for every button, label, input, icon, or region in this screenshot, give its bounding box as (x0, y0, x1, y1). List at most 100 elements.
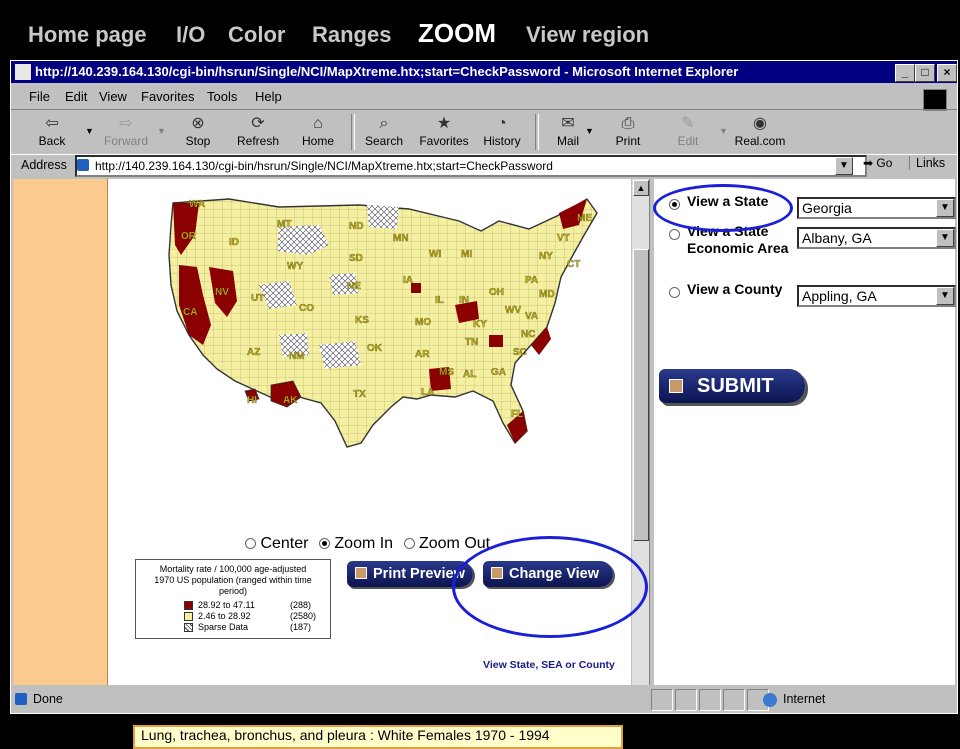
state-label-mt: MT (277, 219, 291, 230)
nav-view-region[interactable]: View region (526, 22, 649, 48)
state-label-vt: VT (557, 233, 570, 244)
favorites-icon: ★ (436, 115, 452, 132)
nav-home-page[interactable]: Home page (28, 22, 147, 48)
forward-dropdown-icon[interactable]: ▼ (157, 126, 166, 136)
back-button[interactable]: ⇦ Back (21, 112, 83, 152)
maximize-button[interactable]: □ (915, 64, 935, 82)
favorites-button[interactable]: ★ Favorites (413, 112, 475, 152)
realcom-button[interactable]: ◉ Real.com (729, 112, 791, 152)
state-label-ak: AK (283, 395, 298, 406)
print-preview-button[interactable]: Print Preview (347, 561, 473, 587)
legend-swatch (184, 601, 193, 610)
slide-nav: Home page I/O Color Ranges ZOOM View reg… (0, 0, 960, 58)
title-bar[interactable]: http://140.239.164.130/cgi-bin/hsrun/Sin… (11, 61, 957, 83)
state-label-ca: CA (183, 307, 197, 318)
address-bar: Address http://140.239.164.130/cgi-bin/h… (11, 153, 957, 177)
history-button[interactable]: ◔ History (471, 112, 533, 152)
state-label-ok: OK (367, 343, 383, 354)
legend-row: 28.92 to 47.11 (288) (184, 600, 324, 611)
window-title: http://140.239.164.130/cgi-bin/hsrun/Sin… (35, 64, 739, 79)
sea-select[interactable]: Albany, GA ▼ (797, 227, 956, 249)
search-icon: ⌕ (379, 115, 389, 132)
frame-divider[interactable] (649, 179, 654, 685)
links-button[interactable]: Links (909, 156, 945, 170)
refresh-button[interactable]: ⟳ Refresh (227, 112, 289, 152)
view-county-label[interactable]: View a County (687, 281, 782, 298)
scroll-up-icon[interactable]: ▲ (633, 180, 649, 196)
content-scrollbar[interactable]: ▲ (631, 179, 650, 685)
state-label-me: ME (577, 213, 592, 224)
radio-icon (403, 538, 415, 550)
print-button[interactable]: ⎙ Print (597, 112, 659, 152)
state-label-mn: MN (393, 233, 409, 244)
minimize-button[interactable]: _ (895, 64, 915, 82)
page-done-icon (15, 693, 27, 705)
state-label-in: IN (459, 295, 469, 306)
address-dropdown-icon[interactable]: ▼ (835, 157, 853, 175)
home-button[interactable]: ⌂ Home (287, 112, 349, 152)
status-pane (699, 689, 721, 711)
search-button[interactable]: ⌕ Search (353, 112, 415, 152)
submit-button[interactable]: SUBMIT (659, 369, 805, 403)
state-label-ct: CT (567, 259, 580, 270)
menu-file[interactable]: File (29, 89, 50, 104)
menu-tools[interactable]: Tools (207, 89, 237, 104)
radio-selected-icon (318, 538, 330, 550)
nav-color[interactable]: Color (228, 22, 285, 48)
scroll-thumb[interactable] (633, 249, 649, 541)
menu-favorites[interactable]: Favorites (141, 89, 194, 104)
view-state-radio[interactable] (669, 195, 680, 211)
view-state-label[interactable]: View a State (687, 193, 768, 210)
menu-view[interactable]: View (99, 89, 127, 104)
state-label-az: AZ (247, 347, 260, 358)
mail-dropdown-icon[interactable]: ▼ (585, 126, 594, 136)
select-dropdown-icon[interactable]: ▼ (936, 287, 954, 305)
zoom-in-option[interactable]: Zoom In (318, 535, 393, 552)
stop-button[interactable]: ⊗ Stop (167, 112, 229, 152)
go-button[interactable]: ➡ Go (863, 156, 892, 170)
legend-row: 2.46 to 28.92 (2580) (184, 611, 324, 622)
select-dropdown-icon[interactable]: ▼ (936, 199, 954, 217)
state-label-wy: WY (287, 261, 303, 272)
map-legend: Mortality rate / 100,000 age-adjusted 19… (135, 559, 331, 639)
nav-ranges[interactable]: Ranges (312, 22, 391, 48)
sparse-region (319, 341, 361, 369)
address-input[interactable]: http://140.239.164.130/cgi-bin/hsrun/Sin… (75, 155, 867, 177)
zoom-center-option[interactable]: Center (245, 535, 308, 552)
view-county-radio[interactable] (669, 283, 680, 299)
state-label-nd: ND (349, 221, 363, 232)
edit-dropdown-icon[interactable]: ▼ (719, 126, 728, 136)
zoom-out-option[interactable]: Zoom Out (403, 535, 490, 552)
state-label-tx: TX (353, 389, 366, 400)
status-bar: Done Internet (11, 687, 957, 713)
state-label-tn: TN (465, 337, 478, 348)
back-dropdown-icon[interactable]: ▼ (85, 126, 94, 136)
change-view-button[interactable]: Change View (483, 561, 613, 587)
toolbar: ⇦ Back ▼ ⇨ Forward ▼ ⊗ Stop ⟳ Refresh ⌂ Home … (11, 109, 957, 155)
go-arrow-icon: ➡ (863, 156, 874, 170)
state-label-ar: AR (415, 349, 430, 360)
nav-zoom[interactable]: ZOOM (418, 18, 496, 49)
us-mortality-map[interactable]: WA OR CA NV ID MT WY UT AZ CO NM ND SD NE KS OK TX MN IA MO… (159, 185, 603, 525)
view-sea-label[interactable]: View a State Economic Area (687, 223, 791, 257)
state-label-la: LA (421, 387, 434, 398)
county-select[interactable]: Appling, GA ▼ (797, 285, 956, 307)
menu-help[interactable]: Help (255, 89, 282, 104)
close-button[interactable]: × (937, 64, 957, 82)
select-dropdown-icon[interactable]: ▼ (936, 229, 954, 247)
state-label-ga: GA (491, 367, 506, 378)
edit-button[interactable]: ✎ Edit (657, 112, 719, 152)
button-bullet-icon (491, 567, 503, 579)
forward-button[interactable]: ⇨ Forward (95, 112, 157, 152)
page-icon (77, 159, 89, 171)
zoom-controls: Center Zoom In Zoom Out (245, 535, 496, 553)
menu-edit[interactable]: Edit (65, 89, 87, 104)
zone-text: Internet (783, 692, 826, 706)
state-select[interactable]: Georgia ▼ (797, 197, 956, 219)
legend-subtitle: 1970 US population (ranged within time p… (154, 575, 312, 596)
sparse-region (367, 205, 399, 229)
nav-io[interactable]: I/O (176, 22, 205, 48)
print-icon: ⎙ (621, 115, 635, 132)
view-sea-radio[interactable] (669, 225, 680, 241)
state-label-wi: WI (429, 249, 441, 260)
